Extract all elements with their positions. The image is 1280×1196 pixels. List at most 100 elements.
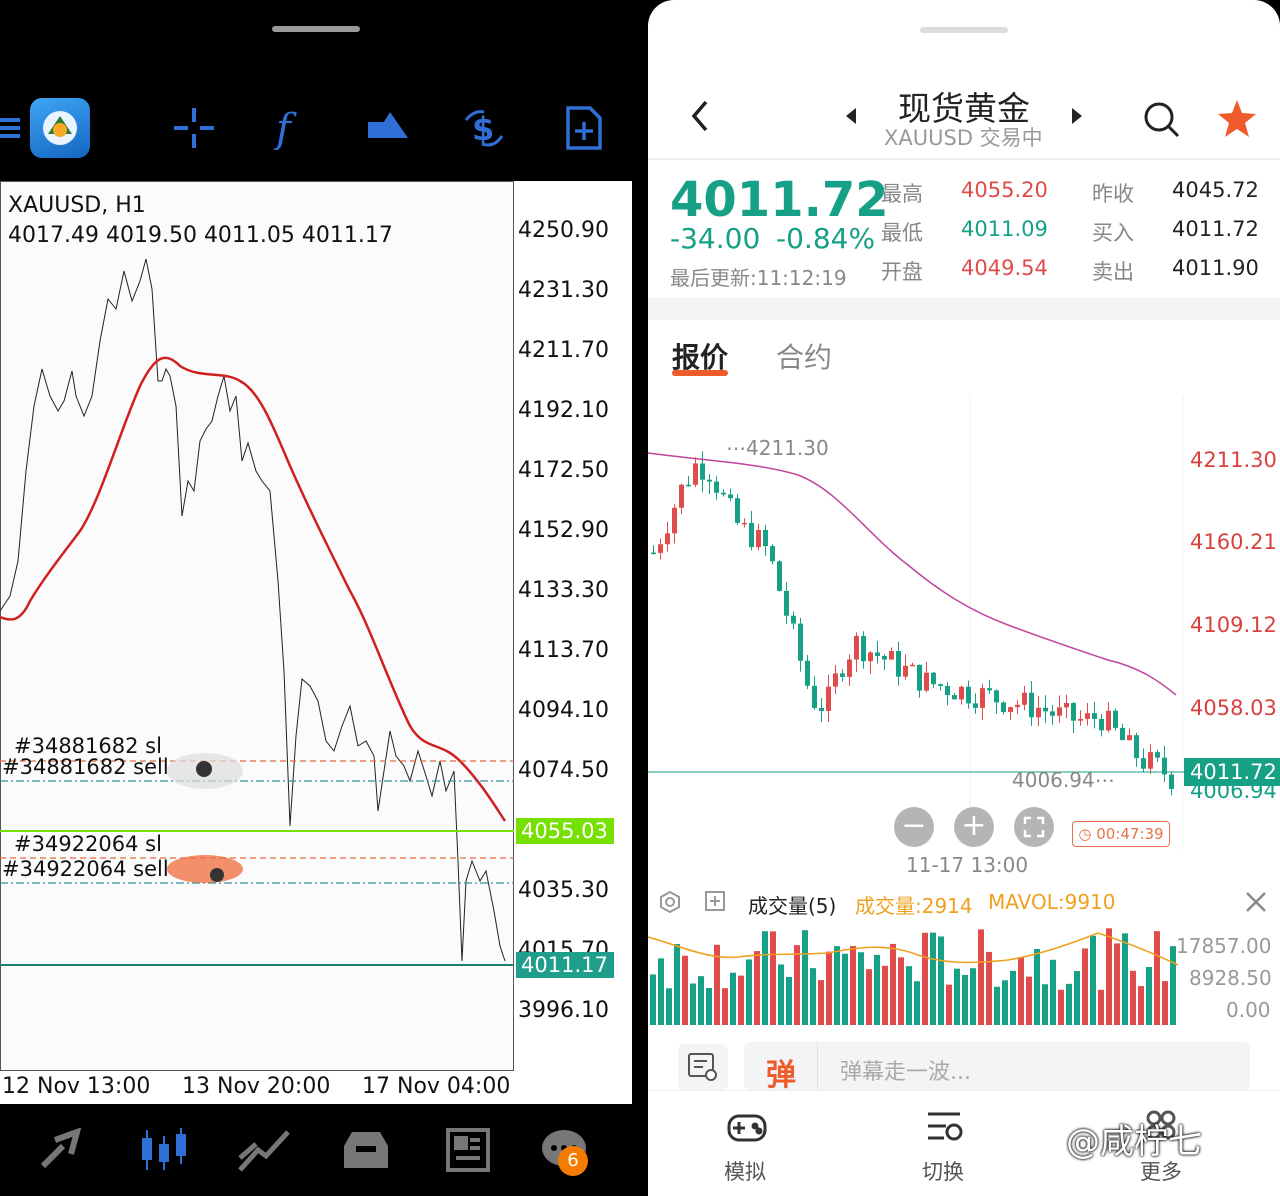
trade-chart-icon[interactable]	[232, 1122, 296, 1178]
candle-body	[763, 529, 768, 547]
volume-bar	[1090, 935, 1096, 1025]
gamepad-icon[interactable]	[726, 1106, 768, 1150]
order-label[interactable]: #34922064 sell	[2, 857, 169, 881]
news-icon[interactable]	[436, 1122, 500, 1178]
volume-tick: 17857.00	[1176, 934, 1272, 958]
candle-body	[1064, 703, 1069, 708]
volume-bar	[810, 968, 816, 1025]
volume-bar	[818, 980, 824, 1025]
metatrader-logo-icon[interactable]	[30, 98, 90, 158]
candle-body	[917, 664, 922, 691]
order-label[interactable]: #34881682 sell	[2, 755, 169, 779]
volume-bar	[922, 932, 928, 1025]
volume-bar	[970, 968, 976, 1025]
mavol-value: MAVOL:9910	[988, 890, 1116, 914]
volume-bar	[1154, 931, 1160, 1025]
function-icon[interactable]: f	[258, 90, 322, 166]
candle-body	[1148, 752, 1153, 769]
price-tick: 4113.70	[518, 638, 609, 663]
nav-switch[interactable]: 切换	[922, 1156, 964, 1186]
candle-body	[693, 463, 698, 485]
volume-bar	[706, 988, 712, 1025]
chart-icon[interactable]	[132, 1122, 196, 1178]
ohlc-label: 4017.49 4019.50 4011.05 4011.17	[8, 223, 393, 248]
order-label[interactable]: #34922064 sl	[14, 832, 162, 856]
mt5-chart[interactable]: XAUUSD, H1 4017.49 4019.50 4011.05 4011.…	[0, 181, 632, 1104]
candle-body	[826, 686, 831, 712]
volume-bar	[722, 988, 728, 1025]
redacted-sticker-dot-2	[210, 868, 224, 882]
stat-label: 开盘	[881, 260, 923, 284]
volume-bar	[1138, 986, 1144, 1025]
volume-bar	[794, 945, 800, 1025]
candle-body	[973, 703, 978, 708]
candle-body	[952, 695, 957, 700]
symbol-label: XAUUSD, H1	[8, 193, 146, 218]
price-change: -34.00	[670, 222, 761, 255]
volume-bars	[650, 928, 1176, 1025]
candle-body	[791, 615, 796, 624]
candle-body	[854, 635, 859, 660]
candle-body	[679, 484, 684, 508]
back-icon[interactable]	[688, 98, 712, 138]
candle-body	[721, 492, 726, 495]
last-price: 4011.72	[670, 172, 889, 228]
volume-bar	[1042, 984, 1048, 1025]
candle-body	[847, 659, 852, 677]
crosshair-icon[interactable]	[162, 90, 226, 166]
switch-icon[interactable]	[924, 1106, 966, 1150]
candle-body	[980, 688, 985, 708]
price-tick: 3996.10	[518, 998, 609, 1023]
volume-bar	[1066, 983, 1072, 1025]
zoom-out-button[interactable]: −	[894, 807, 934, 847]
candlestick-chart[interactable]	[648, 395, 1280, 855]
settings-icon[interactable]	[658, 890, 682, 918]
active-tab-indicator	[672, 370, 728, 376]
volume-value: 成交量:2914	[855, 894, 973, 918]
new-document-icon[interactable]	[552, 90, 616, 166]
quote-app-panel: 现货黄金 XAUUSD 交易中 4011.72 -34.00 -0.84% 最后…	[648, 0, 1280, 1196]
search-icon[interactable]	[1142, 100, 1182, 144]
price-tick: 4172.50	[518, 458, 609, 483]
fullscreen-button[interactable]	[1014, 807, 1054, 847]
volume-bar	[906, 966, 912, 1025]
watermark: @咸柠七	[1066, 1122, 1202, 1162]
drag-handle[interactable]	[272, 26, 360, 32]
trade-icon[interactable]: $	[452, 90, 516, 166]
objects-icon[interactable]	[356, 90, 420, 166]
time-tick: 12 Nov 13:00	[2, 1074, 151, 1099]
candle-body	[1169, 774, 1174, 789]
candle-body	[805, 660, 810, 686]
volume-bar	[1050, 959, 1056, 1025]
volume-indicator-name: 成交量(5)	[748, 894, 837, 918]
zoom-in-button[interactable]: +	[954, 807, 994, 847]
volume-bar	[834, 946, 840, 1025]
next-symbol-icon[interactable]	[1070, 106, 1084, 130]
nav-simulate[interactable]: 模拟	[724, 1156, 766, 1186]
stat-value-bid: 4011.72	[1172, 217, 1259, 241]
candle-body	[819, 708, 824, 712]
close-icon[interactable]	[1244, 890, 1268, 918]
candle-body	[735, 498, 740, 523]
volume-chart[interactable]	[648, 925, 1188, 1027]
stat-value-open: 4049.54	[961, 256, 1048, 280]
candle-body	[931, 672, 936, 685]
svg-text:$: $	[472, 110, 494, 148]
volume-bar	[1034, 949, 1040, 1025]
candle-body	[833, 673, 838, 687]
tab-contract[interactable]: 合约	[776, 336, 832, 376]
history-icon[interactable]	[334, 1122, 398, 1178]
prev-symbol-icon[interactable]	[844, 106, 858, 130]
quotes-icon[interactable]	[32, 1122, 96, 1178]
favorite-star-icon[interactable]	[1216, 98, 1258, 144]
add-indicator-icon[interactable]	[704, 890, 726, 916]
high-marker: ⋯4211.30	[726, 436, 829, 460]
volume-bar	[1122, 933, 1128, 1025]
stat-label: 最低	[881, 221, 923, 245]
drag-handle[interactable]	[920, 27, 1008, 33]
danmu-input[interactable]: 弹 弹幕走一波...	[744, 1042, 1250, 1093]
danmu-settings-icon[interactable]	[678, 1044, 728, 1090]
candle-body	[1029, 692, 1034, 718]
volume-tick: 8928.50	[1189, 966, 1272, 990]
danmu-icon: 弹	[766, 1058, 796, 1093]
